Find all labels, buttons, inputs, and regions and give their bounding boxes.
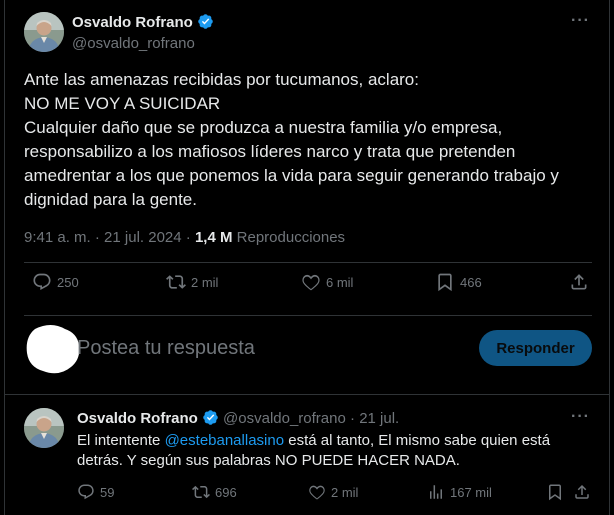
more-icon[interactable]: ··· xyxy=(571,408,590,426)
repost-icon xyxy=(192,485,210,499)
tweet-text: Ante las amenazas recibidas por tucumano… xyxy=(24,68,599,212)
bookmark-icon xyxy=(549,484,561,501)
tweet-line: dignidad para la gente. xyxy=(24,190,197,209)
mention-link[interactable]: @estebanallasino xyxy=(165,432,284,449)
reply-author-handle[interactable]: @osvaldo_rofrano xyxy=(223,410,346,427)
reply-like-count: 2 mil xyxy=(331,484,359,500)
bookmark-icon xyxy=(438,273,452,292)
author-name-row: Osvaldo Rofrano xyxy=(72,13,214,35)
reply-date[interactable]: 21 jul. xyxy=(359,410,399,427)
tweet-line: Ante las amenazas recibidas por tucumano… xyxy=(24,70,419,89)
share-icon xyxy=(575,484,589,499)
tweet-date[interactable]: 21 jul. 2024 xyxy=(104,229,182,246)
tweet-line: responsabilizo a los mafiosos líderes na… xyxy=(24,142,516,161)
author-avatar[interactable] xyxy=(24,12,64,52)
reply-submit-label: Responder xyxy=(496,339,575,357)
reply-action-bar: 59 696 2 mil 167 mil xyxy=(77,483,597,505)
reply-reply-count: 59 xyxy=(100,484,115,500)
like-icon xyxy=(302,274,320,291)
reply-line: El intentente @estebanallasino está al t… xyxy=(77,431,577,451)
user-avatar xyxy=(26,325,80,374)
repost-button[interactable]: 2 mil xyxy=(166,272,218,292)
bookmark-count: 466 xyxy=(460,274,482,290)
views-label: Reproducciones xyxy=(236,229,346,246)
more-icon[interactable]: ··· xyxy=(571,12,590,30)
reply-composer: Postea tu respuesta Responder xyxy=(5,318,609,383)
repost-icon xyxy=(166,275,186,289)
reply-author-avatar[interactable] xyxy=(24,408,64,448)
reply-separator: · xyxy=(350,410,356,427)
reply-header: Osvaldo Rofrano @osvaldo_rofrano · 21 ju… xyxy=(77,409,399,430)
tweet-line: amedrentar a los que ponemos la vida par… xyxy=(24,166,559,185)
tweet-meta: 9:41 a. m. · 21 jul. 2024 · 1,4 M Reprod… xyxy=(24,229,345,246)
like-count: 6 mil xyxy=(326,274,354,290)
tweet-line: NO ME VOY A SUICIDAR xyxy=(24,94,221,113)
like-icon xyxy=(309,485,325,500)
reply-author-name[interactable]: Osvaldo Rofrano xyxy=(77,410,198,427)
reply-views-button[interactable]: 167 mil xyxy=(427,483,492,501)
verified-badge-icon xyxy=(197,13,214,35)
reply-icon xyxy=(78,484,94,500)
reply-submit-button[interactable]: Responder xyxy=(479,330,592,366)
bookmark-button[interactable]: 466 xyxy=(435,272,482,292)
author-handle[interactable]: @osvaldo_rofrano xyxy=(72,35,195,52)
reply-input[interactable]: Postea tu respuesta xyxy=(77,337,255,360)
reply-repost-button[interactable]: 696 xyxy=(192,483,237,501)
repost-count: 2 mil xyxy=(191,274,219,290)
reply-repost-count: 696 xyxy=(215,484,237,500)
reply-share-button[interactable] xyxy=(573,483,596,501)
reply-views-count: 167 mil xyxy=(450,484,492,500)
verified-badge-icon xyxy=(202,409,219,430)
like-button[interactable]: 6 mil xyxy=(301,272,353,292)
share-button[interactable] xyxy=(569,272,594,292)
author-name[interactable]: Osvaldo Rofrano xyxy=(72,14,193,31)
reply-count: 250 xyxy=(57,274,79,290)
reply-reply-button[interactable]: 59 xyxy=(77,483,114,501)
views-count: 1,4 M xyxy=(194,229,233,246)
share-icon xyxy=(571,274,587,290)
reply-text: El intentente @estebanallasino está al t… xyxy=(77,431,577,471)
reply-like-button[interactable]: 2 mil xyxy=(308,483,358,501)
reply-bookmark-button[interactable] xyxy=(546,483,569,501)
action-bar: 250 2 mil 6 mil 466 xyxy=(24,272,599,304)
meta-dot: · xyxy=(185,229,191,246)
tweet-time[interactable]: 9:41 a. m. xyxy=(24,229,91,246)
tweet-line: Cualquier daño que se produzca a nuestra… xyxy=(24,118,503,137)
views-icon xyxy=(430,485,442,499)
divider-top xyxy=(24,262,592,263)
reply-icon xyxy=(33,273,51,291)
reply-button[interactable]: 250 xyxy=(32,272,79,292)
app-frame: Osvaldo Rofrano @osvaldo_rofrano ··· Ant… xyxy=(4,0,610,515)
thread-separator xyxy=(5,394,609,395)
meta-dot: · xyxy=(94,229,100,246)
reply-text-suffix: está al tanto, El mismo sabe quien está xyxy=(288,432,551,449)
reply-line: detrás. Y según sus palabras NO PUEDE HA… xyxy=(77,452,460,469)
divider-bottom xyxy=(24,315,592,316)
reply-text-prefix: El intentente xyxy=(77,432,161,449)
